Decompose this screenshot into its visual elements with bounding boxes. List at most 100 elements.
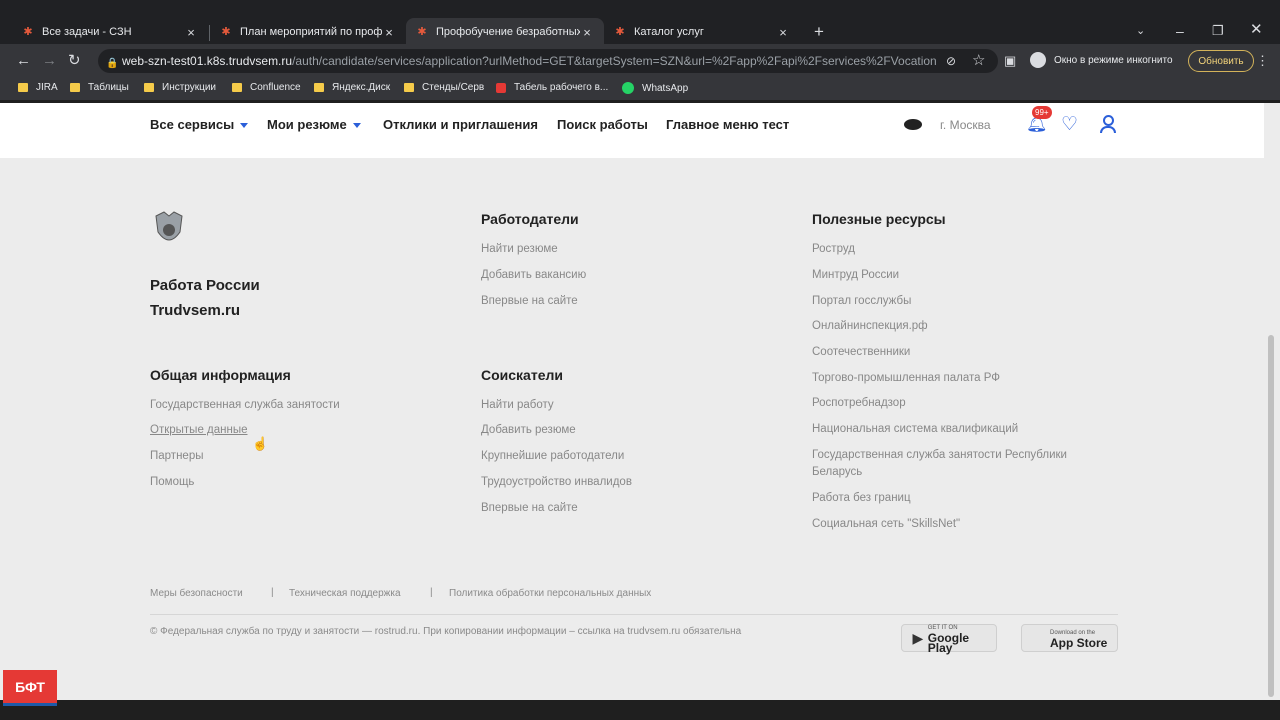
google-play-button[interactable]: ▶ GET IT ON Google Play	[901, 624, 997, 654]
nav-main-menu-test[interactable]: Главное меню тест	[666, 117, 789, 132]
bookmark-stands[interactable]: Стенды/Серв	[404, 82, 484, 93]
screen-bottom-bar	[0, 700, 1280, 720]
folder-icon	[314, 83, 324, 92]
eye-off-icon[interactable]: ⊘	[946, 54, 956, 69]
close-icon[interactable]: ×	[580, 25, 594, 40]
copyright-text: © Федеральная служба по труду и занятост…	[150, 626, 742, 637]
notification-badge: 99+	[1032, 106, 1052, 119]
city-selector[interactable]: г. Москва	[940, 118, 991, 132]
app-store-button[interactable]: Download on the App Store	[1021, 624, 1118, 652]
link-first-time-seeker[interactable]: Впервые на сайте	[481, 502, 578, 514]
tab-catalog[interactable]: ✱ Каталог услуг ×	[604, 18, 800, 46]
link-security-measures[interactable]: Меры безопасности	[150, 588, 243, 599]
nav-my-resumes[interactable]: Мои резюме	[267, 117, 361, 132]
folder-icon	[404, 83, 414, 92]
close-icon[interactable]: ×	[184, 25, 198, 40]
window-close-icon[interactable]: ✕	[1250, 22, 1263, 37]
link-find-resume[interactable]: Найти резюме	[481, 243, 558, 255]
side-panel-icon[interactable]: ▣	[1004, 53, 1016, 68]
user-icon[interactable]	[1099, 115, 1116, 133]
kebab-menu-icon[interactable]: ⋮	[1256, 53, 1269, 68]
scrollbar-thumb[interactable]	[1268, 335, 1274, 697]
link-find-job[interactable]: Найти работу	[481, 399, 554, 411]
lock-icon[interactable]: 🔒	[106, 56, 118, 71]
tab-search-chevron-icon[interactable]: ⌄	[1136, 24, 1145, 39]
seekers-heading: Соискатели	[481, 367, 563, 383]
update-button[interactable]: Обновить	[1188, 50, 1254, 72]
heart-icon[interactable]: ♡	[1061, 113, 1078, 136]
link-disabled-employment[interactable]: Трудоустройство инвалидов	[481, 476, 632, 488]
close-icon[interactable]: ×	[776, 25, 790, 40]
link-skillsnet[interactable]: Социальная сеть "SkillsNet"	[812, 518, 960, 530]
bookmark-confluence[interactable]: Confluence	[232, 82, 301, 93]
app-favicon-icon: ✱	[615, 26, 625, 38]
tab-plan[interactable]: ✱ План мероприятий по профиле ×	[210, 18, 406, 46]
google-play-icon: ▶	[912, 629, 924, 646]
link-work-without-borders[interactable]: Работа без границ	[812, 492, 911, 504]
minimize-icon[interactable]: –	[1176, 24, 1184, 39]
tab-title: Каталог услуг	[634, 26, 704, 38]
link-compatriots[interactable]: Соотечественники	[812, 346, 910, 358]
nav-all-services[interactable]: Все сервисы	[150, 117, 249, 132]
tab-title: План мероприятий по профиле	[240, 26, 382, 38]
folder-icon	[18, 83, 28, 92]
incognito-icon	[1030, 52, 1046, 68]
resources-heading: Полезные ресурсы	[812, 211, 946, 227]
chevron-down-icon	[352, 123, 361, 129]
bookmark-jira[interactable]: JIRA	[18, 82, 58, 93]
tab-all-tasks[interactable]: ✱ Все задачи - СЗН ×	[12, 18, 208, 46]
bft-logo: БФТ	[3, 670, 57, 706]
bookmark-whatsapp[interactable]: WhatsApp	[622, 82, 688, 94]
app-favicon-icon: ✱	[221, 26, 231, 38]
url-path: /auth/candidate/services/application?url…	[292, 54, 936, 68]
link-qualifications-system[interactable]: Национальная система квалификаций	[812, 423, 1018, 435]
link-employment-service[interactable]: Государственная служба занятости	[150, 399, 340, 411]
link-partners[interactable]: Партнеры	[150, 450, 203, 462]
timesheet-icon	[496, 82, 506, 93]
link-tech-support[interactable]: Техническая поддержка	[289, 588, 401, 599]
incognito-label: Окно в режиме инкогнито	[1054, 55, 1173, 66]
folder-icon	[144, 83, 154, 92]
general-info-heading: Общая информация	[150, 367, 291, 383]
link-gossluzhba[interactable]: Портал госслужбы	[812, 295, 911, 307]
url-text[interactable]: web-szn-test01.k8s.trudvsem.ru/auth/cand…	[122, 54, 936, 68]
restore-icon[interactable]: ❐	[1212, 23, 1224, 38]
brand-name: Работа России	[150, 277, 260, 294]
back-icon[interactable]: ←	[16, 53, 31, 68]
link-privacy-policy[interactable]: Политика обработки персональных данных	[449, 588, 651, 599]
link-online-inspection[interactable]: Онлайнинспекция.рф	[812, 320, 928, 332]
coat-of-arms-logo	[150, 210, 188, 250]
bookmark-instructions[interactable]: Инструкции	[144, 82, 216, 93]
forward-icon[interactable]: →	[42, 53, 57, 68]
link-rospotrebnadzor[interactable]: Роспотребнадзор	[812, 397, 906, 409]
nav-responses[interactable]: Отклики и приглашения	[383, 117, 538, 132]
bookmark-timesheet[interactable]: Табель рабочего в...	[496, 82, 608, 93]
brand-domain: Trudvsem.ru	[150, 302, 241, 319]
bookmark-tables[interactable]: Таблицы	[70, 82, 129, 93]
tab-training-active[interactable]: ✱ Профобучение безработных ×	[406, 18, 604, 46]
accessibility-eye-icon[interactable]	[904, 119, 922, 130]
bookmark-yandex-disk[interactable]: Яндекс.Диск	[314, 82, 390, 93]
app-favicon-icon: ✱	[23, 26, 33, 38]
app-favicon-icon: ✱	[417, 26, 427, 38]
folder-icon	[232, 83, 242, 92]
new-tab-button[interactable]: +	[814, 23, 824, 40]
link-largest-employers[interactable]: Крупнейшие работодатели	[481, 450, 624, 462]
link-chamber-of-commerce[interactable]: Торгово-промышленная палата РФ	[812, 372, 1000, 384]
link-first-time-employer[interactable]: Впервые на сайте	[481, 295, 578, 307]
link-add-resume[interactable]: Добавить резюме	[481, 424, 576, 436]
link-belarus-employment[interactable]: Государственная служба занятости Республ…	[812, 449, 1067, 461]
link-add-vacancy[interactable]: Добавить вакансию	[481, 269, 586, 281]
divider: |	[271, 587, 274, 598]
link-mintrud[interactable]: Минтруд России	[812, 269, 899, 281]
link-belarus-employment-line2[interactable]: Беларусь	[812, 466, 862, 478]
whatsapp-icon	[622, 82, 634, 94]
link-help[interactable]: Помощь	[150, 476, 194, 488]
link-rostrud[interactable]: Роструд	[812, 243, 855, 255]
link-open-data[interactable]: Открытые данные	[150, 424, 248, 436]
reload-icon[interactable]: ↻	[68, 53, 81, 68]
star-icon[interactable]: ☆	[972, 53, 985, 68]
nav-job-search[interactable]: Поиск работы	[557, 117, 648, 132]
tab-title: Профобучение безработных	[436, 26, 580, 38]
close-icon[interactable]: ×	[382, 25, 396, 40]
